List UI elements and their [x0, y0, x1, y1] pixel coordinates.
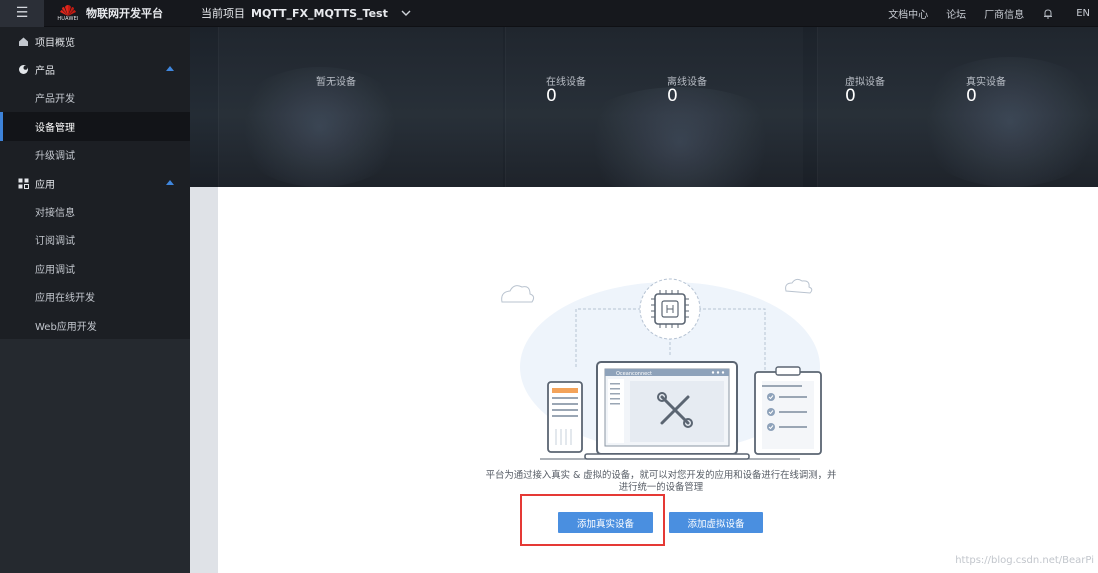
sidebar-item-label: 产品开发	[35, 94, 75, 106]
sidebar-item-subscription-debug[interactable]: 订阅调试	[0, 226, 190, 254]
empty-state-description: 平台为通过接入真实 & 虚拟的设备，就可以对您开发的应用和设备进行在线调测，并 …	[476, 470, 846, 494]
stats-panel-status	[505, 27, 803, 187]
sidebar-item-label: 对接信息	[35, 208, 75, 220]
top-nav: 文档中心 论坛 厂商信息 EN	[888, 0, 1098, 27]
sidebar-item-label: 应用调试	[35, 264, 75, 276]
sidebar-item-product-dev[interactable]: 产品开发	[0, 84, 190, 112]
language-switch[interactable]: EN	[1076, 8, 1090, 19]
sidebar-item-device-management[interactable]: 设备管理	[0, 112, 190, 141]
sidebar-item-label: 升级调试	[35, 151, 75, 163]
nav-forum-link[interactable]: 论坛	[946, 6, 966, 21]
logo-brand-text: HUAWEI	[57, 15, 79, 22]
add-virtual-device-button[interactable]: 添加虚拟设备	[669, 512, 763, 533]
stats-panel-total	[218, 27, 503, 187]
grid-icon	[18, 178, 29, 189]
no-device-label: 暂无设备	[316, 77, 356, 88]
chevron-down-icon	[401, 10, 411, 16]
project-name: MQTT_FX_MQTTS_Test	[251, 6, 388, 20]
sidebar-item-product[interactable]: 产品	[0, 55, 190, 83]
project-selector[interactable]: 当前项目 MQTT_FX_MQTTS_Test	[201, 5, 412, 21]
sidebar-menu: 项目概览 产品 产品开发 设备管理 升级调试 应用 对接信息 订阅调试 应用调试…	[0, 27, 190, 340]
home-icon	[19, 37, 28, 46]
sidebar-item-label: 设备管理	[35, 122, 75, 134]
virtual-device-count: 0	[845, 86, 856, 106]
sidebar-item-label: 应用	[35, 179, 55, 191]
main-area: 暂无设备 在线设备 0 离线设备 0 虚拟设备 0 真实设备 0 Oceanco…	[190, 27, 1098, 573]
product-icon	[19, 65, 28, 75]
bell-icon[interactable]	[1042, 8, 1054, 20]
content-gutter	[190, 187, 218, 573]
nav-docs-link[interactable]: 文档中心	[888, 6, 928, 21]
sidebar-item-online-app-dev[interactable]: 应用在线开发	[0, 283, 190, 311]
project-label: 当前项目	[201, 7, 245, 20]
offline-device-count: 0	[667, 86, 678, 106]
sidebar-item-label: 应用在线开发	[35, 293, 95, 305]
sidebar: 项目概览 产品 产品开发 设备管理 升级调试 应用 对接信息 订阅调试 应用调试…	[0, 27, 190, 573]
sidebar-item-overview[interactable]: 项目概览	[0, 27, 190, 55]
sidebar-item-label: Web应用开发	[35, 321, 97, 333]
sidebar-item-label: 产品	[35, 66, 55, 78]
watermark-text: https://blog.csdn.net/BearPi	[955, 555, 1094, 566]
description-line-2: 进行统一的设备管理	[618, 482, 704, 493]
caret-up-icon	[166, 179, 174, 185]
sidebar-item-label: 订阅调试	[35, 236, 75, 248]
platform-logo[interactable]: HUAWEI 物联网开发平台	[57, 4, 163, 22]
stats-banner: 暂无设备 在线设备 0 离线设备 0 虚拟设备 0 真实设备 0	[190, 27, 1098, 187]
sidebar-item-label: 项目概览	[35, 37, 75, 49]
stats-panel-type	[817, 27, 1098, 187]
sidebar-item-web-app-dev[interactable]: Web应用开发	[0, 311, 190, 339]
description-line-1: 平台为通过接入真实 & 虚拟的设备，就可以对您开发的应用和设备进行在线调测，并	[485, 470, 837, 481]
window-title-text: Oceanconnect	[616, 371, 652, 377]
device-illustration: Oceanconnect	[501, 278, 822, 460]
platform-title: 物联网开发平台	[86, 7, 163, 20]
add-real-device-button[interactable]: 添加真实设备	[558, 512, 653, 533]
hamburger-icon: ☰	[15, 5, 29, 21]
hamburger-menu-button[interactable]: ☰	[0, 0, 44, 27]
sidebar-item-application[interactable]: 应用	[0, 169, 190, 197]
online-device-count: 0	[546, 86, 557, 106]
caret-up-icon	[166, 66, 174, 72]
sidebar-item-app-debug[interactable]: 应用调试	[0, 254, 190, 282]
sidebar-item-upgrade-debug[interactable]: 升级调试	[0, 141, 190, 169]
top-bar: ☰ HUAWEI 物联网开发平台 当前项目 MQTT_FX_MQTTS_Test…	[0, 0, 1098, 27]
sidebar-item-integration-info[interactable]: 对接信息	[0, 197, 190, 225]
real-device-count: 0	[966, 86, 977, 106]
huawei-logo-icon: HUAWEI	[57, 4, 79, 22]
nav-vendor-link[interactable]: 厂商信息	[984, 6, 1024, 21]
device-empty-state: Oceanconnect 平台为通过接入真实 & 虚拟的设备，就可以对您开发的应…	[218, 187, 1098, 573]
